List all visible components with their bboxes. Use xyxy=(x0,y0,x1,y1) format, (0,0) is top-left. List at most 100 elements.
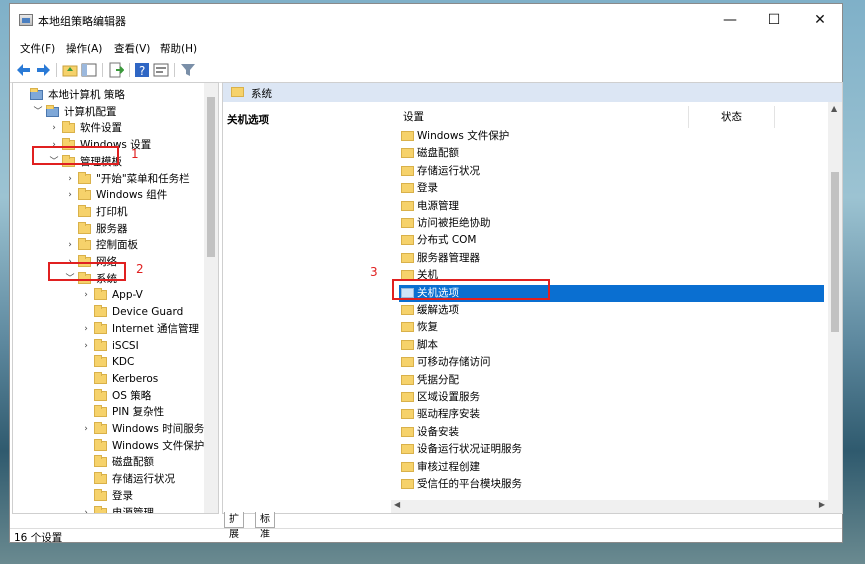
tree-item-label: 本地计算机 策略 xyxy=(48,89,125,101)
settings-list-item[interactable]: 脚本 xyxy=(399,337,824,354)
tree-item[interactable]: › "开始"菜单和任务栏 xyxy=(13,171,201,188)
tree-item-label: 磁盘配额 xyxy=(112,456,154,469)
settings-list-item-label: 区域设置服务 xyxy=(417,391,480,403)
menu-action[interactable]: 操作(A) xyxy=(66,41,102,56)
folder-icon xyxy=(401,131,414,141)
close-button[interactable]: ✕ xyxy=(798,4,842,36)
settings-list-item[interactable]: 可移动存储访问 xyxy=(399,354,824,371)
help-icon[interactable]: ? xyxy=(134,62,150,78)
tree-item[interactable]: Device Guard xyxy=(13,304,201,321)
tree-item[interactable]: ﹀ 计算机配置 xyxy=(13,104,201,121)
maximize-button[interactable]: ☐ xyxy=(752,4,796,36)
settings-list-item-label: 服务器管理器 xyxy=(417,251,480,264)
chevron-right-icon[interactable]: › xyxy=(81,505,91,514)
settings-list-item[interactable]: 驱动程序安装 xyxy=(399,406,824,423)
settings-list-item[interactable]: 设备运行状况证明服务 xyxy=(399,441,824,458)
column-header-setting[interactable]: 设置 xyxy=(403,106,424,128)
tree-item[interactable]: 本地计算机 策略 xyxy=(13,87,201,104)
toolbar-separator xyxy=(56,63,57,77)
settings-list-item[interactable]: 区域设置服务 xyxy=(399,389,824,406)
tree-item[interactable]: › Windows 时间服务 xyxy=(13,421,204,438)
settings-list-item-label: 访问被拒绝协助 xyxy=(417,217,491,229)
chevron-right-icon[interactable]: › xyxy=(65,187,75,204)
folder-icon xyxy=(78,188,91,201)
settings-list-item[interactable]: 审核过程创建 xyxy=(399,459,824,476)
settings-list: 设置 状态 Windows 文件保护 磁盘配额 存储运行状况 登录 电源管理访问被拒绝协… xyxy=(391,102,842,513)
tree-item[interactable]: 登录 xyxy=(13,488,201,505)
up-folder-icon[interactable] xyxy=(62,62,78,78)
tree-item[interactable]: › Windows 组件 xyxy=(13,187,201,204)
annotation-3: 3 xyxy=(370,265,378,279)
settings-list-item[interactable]: 凭据分配 xyxy=(399,372,824,389)
folder-icon xyxy=(94,371,107,384)
tree-item[interactable]: 存储运行状况 xyxy=(13,471,201,488)
menu-bar: 文件(F) 操作(A) 查看(V) 帮助(H) xyxy=(10,38,842,58)
tree-item[interactable]: KDC xyxy=(13,354,201,371)
filter-icon[interactable] xyxy=(180,62,196,78)
settings-list-item[interactable]: 访问被拒绝协助 xyxy=(399,215,824,232)
highlight-box-shutdown-options xyxy=(392,279,550,300)
folder-icon xyxy=(401,165,414,176)
scroll-left-icon[interactable]: ◀ xyxy=(394,500,400,509)
settings-list-item[interactable]: 受信任的平台模块服务 xyxy=(399,476,824,493)
menu-help[interactable]: 帮助(H) xyxy=(160,41,197,56)
folder-icon xyxy=(94,388,107,401)
minimize-button[interactable]: — xyxy=(708,4,752,36)
tree-item[interactable]: PIN 复杂性 xyxy=(13,404,201,421)
settings-list-item[interactable]: 缓解选项 xyxy=(399,302,824,319)
tree-item[interactable]: 磁盘配额 xyxy=(13,454,201,471)
settings-list-item[interactable]: 电源管理 xyxy=(399,198,824,215)
settings-list-item[interactable]: 分布式 COM xyxy=(399,232,824,249)
properties-icon[interactable] xyxy=(153,62,169,78)
back-icon[interactable] xyxy=(16,62,32,78)
tree-item[interactable]: › 控制面板 xyxy=(13,237,201,254)
settings-list-item[interactable]: 存储运行状况 xyxy=(399,163,824,180)
tree-item[interactable]: 打印机 xyxy=(13,204,201,221)
chevron-right-icon[interactable]: › xyxy=(65,237,75,254)
tree-item[interactable]: › iSCSI xyxy=(13,338,201,355)
show-tree-icon[interactable] xyxy=(81,62,97,78)
chevron-right-icon[interactable]: › xyxy=(81,287,91,304)
tab-standard[interactable]: 标准 xyxy=(255,512,275,540)
settings-list-item[interactable]: 服务器管理器 xyxy=(399,250,824,267)
chevron-right-icon[interactable]: › xyxy=(65,171,75,188)
settings-list-item-label: 设备运行状况证明服务 xyxy=(417,443,522,456)
scroll-up-icon[interactable]: ▲ xyxy=(831,104,837,113)
forward-icon[interactable] xyxy=(35,62,51,78)
folder-icon xyxy=(78,171,91,184)
list-scrollbar[interactable]: ▲ xyxy=(828,102,842,513)
svg-text:?: ? xyxy=(139,64,145,78)
chevron-right-icon[interactable]: › xyxy=(81,321,91,338)
list-hscrollbar[interactable]: ◀ ▶ xyxy=(391,500,828,513)
scroll-right-icon[interactable]: ▶ xyxy=(819,500,825,509)
tree-item[interactable]: Windows 文件保护 xyxy=(13,438,204,455)
settings-list-item[interactable]: Windows 文件保护 xyxy=(399,128,824,145)
chevron-down-icon[interactable]: ﹀ xyxy=(33,104,43,121)
settings-list-item[interactable]: 磁盘配额 xyxy=(399,145,824,162)
chevron-right-icon[interactable]: › xyxy=(49,120,59,137)
settings-list-item[interactable]: 恢复 xyxy=(399,319,824,336)
folder-icon xyxy=(94,438,107,451)
folder-icon xyxy=(401,461,414,472)
column-header-state[interactable]: 状态 xyxy=(721,106,742,128)
export-icon[interactable] xyxy=(108,62,124,78)
folder-icon xyxy=(401,479,414,489)
tree-item[interactable]: Kerberos xyxy=(13,371,201,388)
settings-list-item-label: 可移动存储访问 xyxy=(417,356,491,369)
tab-extended[interactable]: 扩展 xyxy=(224,512,244,540)
settings-list-item[interactable]: 登录 xyxy=(399,180,824,197)
menu-view[interactable]: 查看(V) xyxy=(114,41,150,56)
chevron-right-icon[interactable]: › xyxy=(81,421,91,438)
tree-item[interactable]: › 电源管理 xyxy=(13,505,201,514)
folder-icon xyxy=(401,252,414,263)
chevron-right-icon[interactable]: › xyxy=(81,338,91,355)
tree-item[interactable]: › App-V xyxy=(13,287,201,304)
menu-file[interactable]: 文件(F) xyxy=(20,41,55,56)
list-scrollbar-thumb[interactable] xyxy=(831,172,839,332)
tree-item[interactable]: OS 策略 xyxy=(13,388,201,405)
tree-item[interactable]: › Internet 通信管理 xyxy=(13,321,201,338)
settings-list-item[interactable]: 设备安装 xyxy=(399,424,824,441)
tree-item[interactable]: 服务器 xyxy=(13,221,201,238)
tree-scrollbar-thumb[interactable] xyxy=(207,97,215,257)
tree-item[interactable]: › 软件设置 xyxy=(13,120,201,137)
